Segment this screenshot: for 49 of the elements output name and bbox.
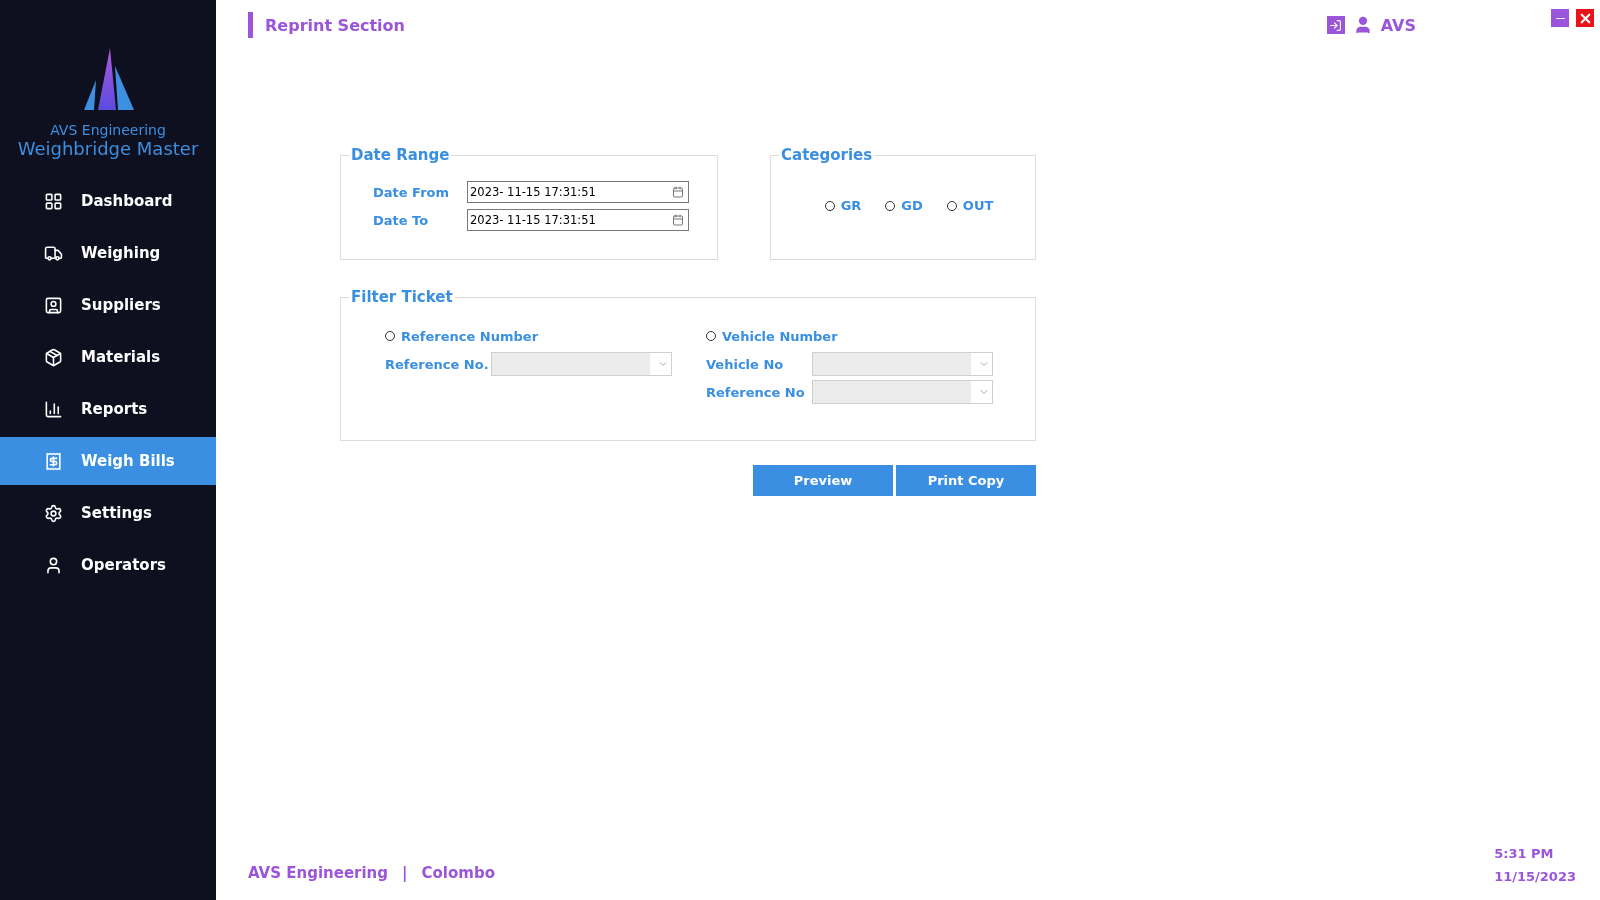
radio-label: GR bbox=[840, 198, 862, 213]
field-label: Vehicle No bbox=[706, 356, 785, 372]
user-name: AVS bbox=[1380, 15, 1416, 35]
radio-button[interactable] bbox=[824, 200, 835, 211]
radio-button[interactable] bbox=[885, 200, 896, 211]
panel-title: Filter Ticket bbox=[350, 288, 454, 306]
nav-item[interactable]: Weighing bbox=[0, 229, 216, 277]
nav-label: Weighing bbox=[81, 244, 161, 262]
nav-item[interactable]: Settings bbox=[0, 489, 216, 537]
nav-item[interactable]: Operators bbox=[0, 541, 216, 589]
nav-label: Settings bbox=[81, 504, 152, 522]
close-icon[interactable] bbox=[1576, 9, 1594, 27]
footer-separator: | bbox=[402, 864, 408, 882]
logout-icon[interactable] bbox=[1326, 16, 1345, 34]
nav-label: Materials bbox=[81, 348, 161, 366]
radio-label: OUT bbox=[962, 198, 994, 213]
field-label: Date From bbox=[373, 184, 451, 200]
clock-time: 5:31 PM bbox=[1494, 846, 1555, 861]
settings-icon bbox=[44, 503, 63, 523]
panel-title: Date Range bbox=[350, 146, 451, 164]
nav-item[interactable]: Materials bbox=[0, 333, 216, 381]
footer-company: AVS Engineering bbox=[248, 864, 388, 882]
product-name: Weighbridge Master bbox=[17, 138, 199, 159]
radio-button[interactable] bbox=[946, 200, 957, 211]
calendar-icon bbox=[672, 186, 684, 198]
nav-item[interactable]: Suppliers bbox=[0, 281, 216, 329]
nav-label: Dashboard bbox=[81, 192, 173, 210]
clock-date: 11/15/2023 bbox=[1494, 869, 1576, 884]
footer-city: Colombo bbox=[421, 864, 495, 882]
radio-button[interactable] bbox=[706, 331, 716, 341]
calendar-icon bbox=[672, 214, 684, 226]
radio-button[interactable] bbox=[385, 331, 395, 341]
field-label: Reference No bbox=[706, 384, 806, 400]
nav-item[interactable]: Dashboard bbox=[0, 177, 216, 225]
panel-title: Categories bbox=[780, 146, 874, 164]
nav-label: Suppliers bbox=[81, 296, 161, 314]
nav-label: Weigh Bills bbox=[81, 452, 175, 470]
field-label: Reference No. bbox=[385, 356, 490, 372]
mountain-logo-icon bbox=[82, 48, 134, 110]
radio-label: GD bbox=[901, 198, 923, 213]
page-title: Reprint Section bbox=[248, 12, 405, 38]
field-label: Date To bbox=[373, 212, 430, 228]
nav-item[interactable]: Reports bbox=[0, 385, 216, 433]
nav-label: Operators bbox=[81, 556, 166, 574]
nav-label: Reports bbox=[81, 400, 148, 418]
company-name: AVS Engineering bbox=[50, 122, 166, 138]
date-field[interactable]: 2023- 11-15 17:31:51 bbox=[467, 181, 689, 203]
date-field[interactable]: 2023- 11-15 17:31:51 bbox=[467, 209, 689, 231]
minimize-icon[interactable] bbox=[1551, 9, 1569, 27]
